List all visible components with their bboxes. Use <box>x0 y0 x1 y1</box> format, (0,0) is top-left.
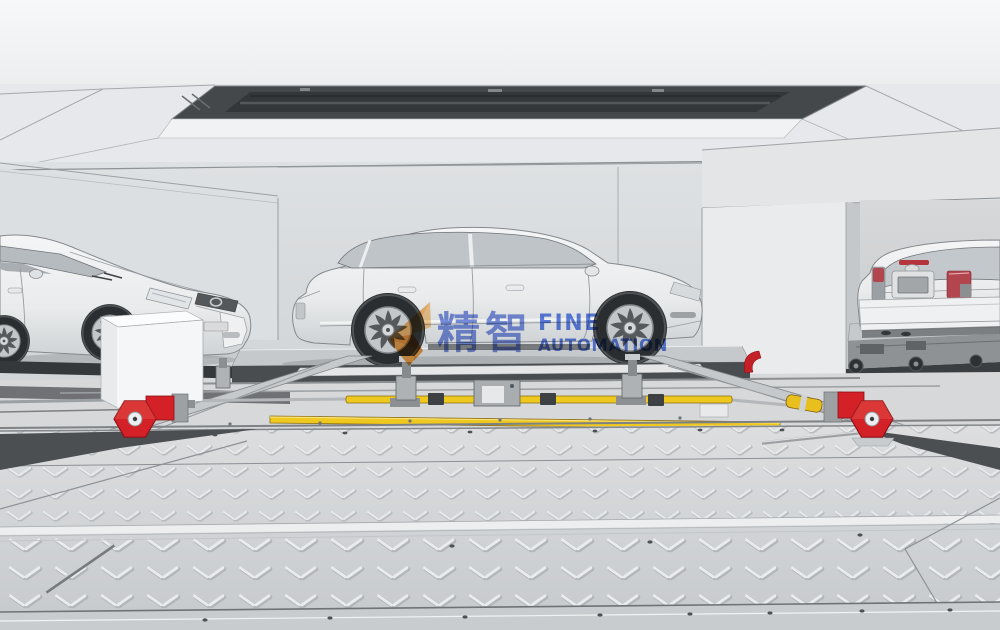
license-plate <box>204 322 228 331</box>
shaft-coupler <box>540 393 556 405</box>
shaft-coupler <box>648 394 664 406</box>
side-mirror <box>30 270 43 279</box>
brake-light-strip <box>899 260 929 265</box>
side-mirror <box>585 266 599 276</box>
front-wheel <box>593 291 667 365</box>
opening-front-edge <box>158 119 802 138</box>
tail-lamp-left <box>873 268 884 282</box>
rear-bumper <box>859 297 1000 331</box>
license-plate <box>898 277 928 293</box>
exhaust-tip <box>881 331 891 335</box>
bumper-vent <box>670 312 696 318</box>
shaft-coupler <box>428 393 444 405</box>
door-handle <box>398 287 416 293</box>
exhaust-tip <box>901 332 911 336</box>
door-handle <box>506 285 524 291</box>
center-gearbox <box>474 380 520 406</box>
pallet-wheel <box>970 355 982 367</box>
parking-system-render: 精智 FINE AUTOMATION <box>0 0 1000 630</box>
ceiling-service-opening <box>158 86 866 138</box>
garage-3d-scene <box>0 0 1000 630</box>
b-pillar <box>470 234 472 267</box>
checker-plate-floor <box>0 424 1000 630</box>
tail-lamp <box>296 303 305 319</box>
